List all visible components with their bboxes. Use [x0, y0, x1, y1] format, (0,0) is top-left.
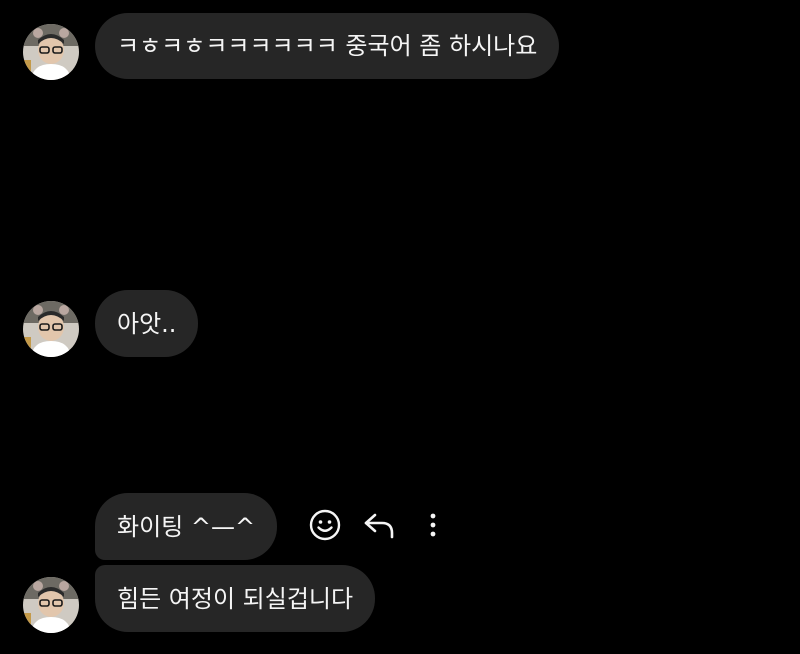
more-options-button[interactable] — [413, 505, 453, 545]
message-bubble[interactable]: 힘든 여정이 되실겁니다 — [95, 565, 376, 632]
react-button[interactable] — [305, 505, 345, 545]
avatar-photo-icon — [23, 577, 79, 633]
message-text: 화이팅 ^—^ — [117, 512, 256, 541]
message-text: 힘든 여정이 되실겁니다 — [117, 584, 354, 613]
sender-avatar[interactable] — [23, 301, 79, 357]
reply-icon — [364, 513, 394, 539]
reply-button[interactable] — [359, 505, 399, 545]
message-bubble[interactable]: ㅋㅎㅋㅎㅋㅋㅋㅋㅋㅋ 중국어 좀 하시나요 — [95, 13, 560, 79]
more-options-icon — [430, 513, 436, 537]
sender-avatar[interactable] — [23, 24, 79, 80]
emoji-react-icon — [309, 509, 341, 541]
message-text: 아앗.. — [117, 309, 177, 338]
avatar-photo-icon — [23, 24, 79, 80]
message-text: ㅋㅎㅋㅎㅋㅋㅋㅋㅋㅋ 중국어 좀 하시나요 — [117, 32, 538, 60]
sender-avatar[interactable] — [23, 577, 79, 633]
message-hover-actions — [305, 505, 453, 545]
message-bubble[interactable]: 화이팅 ^—^ — [95, 493, 278, 560]
avatar-photo-icon — [23, 301, 79, 357]
message-bubble[interactable]: 아앗.. — [95, 290, 199, 357]
